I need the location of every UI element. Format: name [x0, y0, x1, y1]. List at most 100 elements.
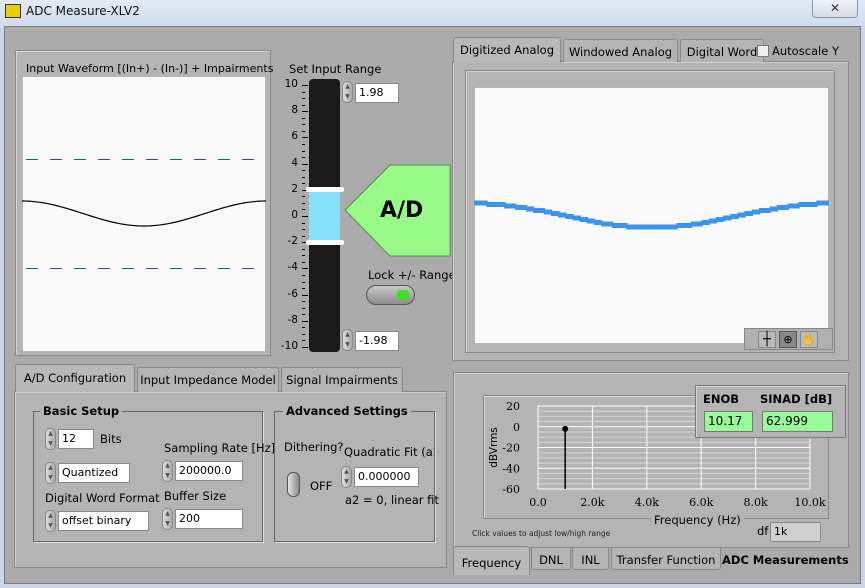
- scale-tick: [302, 261, 305, 263]
- autoscale-y-label: Autoscale Y: [772, 44, 840, 58]
- scale-tick-label: 2: [291, 182, 298, 195]
- digital-word-format-field[interactable]: offset binary: [58, 511, 149, 531]
- labview-app-icon: [5, 4, 21, 18]
- frequency-axis-label: Frequency (Hz): [651, 513, 744, 527]
- scale-tick: [302, 130, 305, 132]
- y-tick-label[interactable]: 20: [506, 400, 520, 413]
- scale-tick: [302, 301, 305, 303]
- range-low-spinner[interactable]: ▲ ▼: [342, 329, 353, 351]
- set-input-range-label: Set Input Range: [289, 62, 382, 76]
- tab-input-impedance-model[interactable]: Input Impedance Model: [137, 367, 279, 392]
- range-low-field[interactable]: -1.98: [355, 331, 399, 351]
- range-hint: Click values to adjust low/high range: [472, 529, 611, 538]
- enob-label: ENOB: [703, 392, 740, 406]
- sinad-value: 62.999: [762, 411, 833, 432]
- x-tick-label[interactable]: 6.0k: [689, 496, 713, 509]
- basic-setup-title: Basic Setup: [40, 404, 123, 418]
- bits-spinner[interactable]: ▲ ▼: [45, 428, 56, 450]
- tab-signal-impairments[interactable]: Signal Impairments: [281, 367, 403, 392]
- scale-tick: [302, 248, 305, 250]
- scale-tick-label: 4: [291, 156, 298, 169]
- advanced-settings-title: Advanced Settings: [283, 404, 411, 418]
- scale-tick: [302, 104, 305, 106]
- scale-tick: [302, 340, 305, 342]
- bits-field[interactable]: 12: [58, 429, 94, 449]
- adc-measurements-caption: ADC Measurements: [722, 553, 849, 567]
- range-high-handle[interactable]: [306, 187, 344, 193]
- scale-tick: [302, 85, 308, 86]
- scale-tick: [302, 196, 305, 198]
- lock-range-label: Lock +/- Range: [368, 268, 456, 282]
- scale-tick: [302, 307, 305, 309]
- ad-label: A/D: [380, 198, 424, 223]
- dithering-label: Dithering?: [284, 440, 344, 454]
- y-tick-label[interactable]: -60: [502, 483, 520, 496]
- tab-frequency[interactable]: Frequency: [453, 546, 530, 575]
- scale-tick: [302, 124, 305, 126]
- zoom-icon[interactable]: ⊕: [779, 331, 797, 348]
- scale-tick: [302, 314, 305, 316]
- scale-tick: [302, 183, 305, 185]
- scale-tick: [302, 268, 308, 270]
- x-tick-label[interactable]: 10.0k: [794, 496, 825, 509]
- buffer-size-spinner[interactable]: ▲ ▼: [162, 508, 173, 530]
- range-high-spinner[interactable]: ▲ ▼: [342, 81, 353, 103]
- scale-tick: [302, 229, 305, 231]
- tab-digitized-analog[interactable]: Digitized Analog: [453, 37, 561, 63]
- tab-ad-configuration[interactable]: A/D Configuration: [15, 364, 135, 392]
- buffer-size-field[interactable]: 200: [175, 509, 243, 529]
- y-tick-label[interactable]: 0: [513, 421, 520, 434]
- quadratic-fit-spinner[interactable]: ▲ ▼: [341, 466, 352, 488]
- tab-windowed-analog[interactable]: Windowed Analog: [563, 39, 678, 62]
- scale-tick: [302, 222, 305, 224]
- scale-tick: [302, 150, 305, 152]
- mode-spinner[interactable]: ▲ ▼: [45, 462, 56, 484]
- lock-range-toggle[interactable]: [366, 285, 415, 305]
- pan-icon[interactable]: ✋: [800, 331, 818, 348]
- scale-tick: [302, 176, 305, 178]
- scale-tick: [302, 202, 305, 204]
- x-tick-label[interactable]: 0.0: [529, 496, 547, 509]
- quadratic-fit-field[interactable]: 0.000000: [354, 467, 419, 487]
- x-tick-label[interactable]: 4.0k: [635, 496, 659, 509]
- sampling-rate-field[interactable]: 200000.0: [175, 461, 243, 481]
- scale-tick: [302, 333, 305, 335]
- tab-digital-word[interactable]: Digital Word: [680, 39, 764, 62]
- scale-tick: [302, 281, 305, 283]
- input-waveform-plot: [22, 76, 266, 352]
- close-button[interactable]: ✕: [812, 0, 858, 18]
- scale-tick-label: 0: [291, 209, 298, 221]
- scale-tick: [302, 294, 308, 296]
- autoscale-y-checkbox[interactable]: [757, 45, 769, 57]
- scale-tick-label: -2: [287, 235, 298, 248]
- x-tick-label[interactable]: 2.0k: [580, 496, 604, 509]
- df-label: df: [757, 524, 769, 538]
- x-tick-label[interactable]: 8.0k: [744, 496, 768, 509]
- window-title: ADC Measure-XLV2: [26, 4, 140, 18]
- sinad-label: SINAD [dB]: [760, 392, 833, 406]
- scale-tick: [302, 157, 305, 159]
- tab-transfer-function[interactable]: Transfer Function: [611, 547, 721, 570]
- scale-tick: [302, 117, 305, 119]
- range-low-handle[interactable]: [306, 239, 344, 245]
- y-tick-label[interactable]: -20: [502, 442, 520, 455]
- y-axis-label: dBVrms: [488, 427, 500, 468]
- word-format-spinner[interactable]: ▲ ▼: [45, 510, 56, 532]
- led-indicator-icon: [397, 290, 409, 300]
- range-high-field[interactable]: 1.98: [355, 83, 399, 103]
- y-tick-label[interactable]: -40: [502, 462, 520, 475]
- tab-inl[interactable]: INL: [572, 547, 609, 570]
- scale-tick: [302, 347, 308, 348]
- scale-tick: [302, 209, 305, 211]
- title-bar: ADC Measure-XLV2 ✕: [0, 0, 865, 26]
- scale-tick: [302, 274, 305, 276]
- dithering-toggle[interactable]: [287, 472, 300, 497]
- scale-tick: [302, 98, 305, 100]
- sampling-rate-spinner[interactable]: ▲ ▼: [162, 460, 173, 482]
- bits-label: Bits: [100, 432, 122, 446]
- spectrum-point: [562, 425, 569, 432]
- quantization-mode-field[interactable]: Quantized: [58, 463, 130, 483]
- quadratic-fit-note: a2 = 0, linear fit: [345, 493, 439, 507]
- cursor-icon[interactable]: ┼: [758, 331, 776, 348]
- tab-dnl[interactable]: DNL: [531, 547, 571, 570]
